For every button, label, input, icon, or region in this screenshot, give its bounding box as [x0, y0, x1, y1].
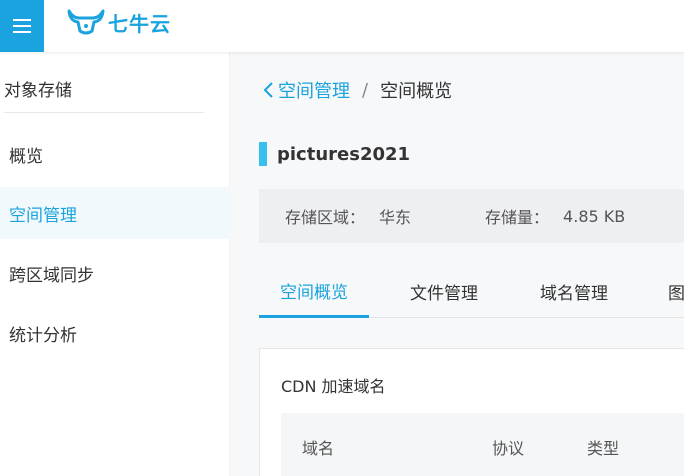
bucket-name: pictures2021	[277, 143, 411, 165]
sidebar: 对象存储 概览 空间管理 跨区域同步 统计分析	[0, 52, 230, 476]
sidebar-item-statistics[interactable]: 统计分析	[0, 307, 230, 359]
cdn-domain-card: CDN 加速域名 域名 协议 类型	[259, 348, 684, 476]
menu-line	[13, 25, 31, 27]
tab-label: 空间概览	[280, 282, 348, 303]
column-header-domain: 域名	[302, 439, 335, 458]
sidebar-item-cross-region-sync[interactable]: 跨区域同步	[0, 247, 230, 299]
breadcrumb-back-label: 空间管理	[278, 81, 350, 102]
sidebar-divider	[4, 112, 204, 113]
top-bar: 七牛云	[0, 0, 684, 52]
tab-bucket-overview[interactable]: 空间概览	[259, 265, 369, 318]
main-content: 空间管理 / 空间概览 pictures2021 存储区域： 华东 存储量： 4…	[230, 52, 684, 476]
tab-label: 域名管理	[540, 284, 608, 304]
logo[interactable]: 七牛云	[66, 6, 171, 38]
title-accent-bar	[259, 142, 267, 166]
column-header-type: 类型	[587, 439, 620, 458]
hamburger-menu-button[interactable]	[0, 0, 44, 52]
tab-bar: 空间概览 文件管理 域名管理 图	[259, 265, 684, 318]
sidebar-item-label: 统计分析	[9, 325, 77, 346]
chevron-left-icon	[263, 82, 273, 98]
tab-image-truncated[interactable]: 图	[659, 265, 684, 318]
usage-value: 4.85 KB	[563, 206, 626, 226]
usage-label: 存储量：	[485, 208, 550, 227]
region-value: 华东	[379, 208, 412, 227]
table-header: 域名 协议 类型	[281, 413, 684, 476]
region-label: 存储区域：	[285, 208, 366, 227]
tab-label: 文件管理	[410, 284, 478, 304]
menu-line	[13, 31, 31, 33]
logo-text: 七牛云	[108, 11, 171, 36]
tab-file-management[interactable]: 文件管理	[399, 265, 489, 318]
breadcrumb-separator: /	[362, 79, 369, 101]
menu-line	[13, 19, 31, 21]
tab-label: 图	[668, 284, 684, 304]
tab-domain-management[interactable]: 域名管理	[529, 265, 619, 318]
sidebar-item-label: 跨区域同步	[9, 265, 94, 286]
breadcrumb-back-link[interactable]: 空间管理	[260, 77, 350, 103]
bull-logo-icon	[67, 9, 105, 35]
cdn-card-title: CDN 加速域名	[281, 377, 386, 396]
sidebar-item-label: 概览	[9, 146, 43, 167]
sidebar-item-bucket-management[interactable]: 空间管理	[0, 187, 230, 239]
breadcrumb-current: 空间概览	[380, 81, 453, 102]
sidebar-item-label: 空间管理	[9, 205, 77, 226]
sidebar-title: 对象存储	[4, 81, 72, 101]
bucket-info-box: 存储区域： 华东 存储量： 4.85 KB	[259, 189, 684, 243]
column-header-protocol: 协议	[492, 439, 525, 458]
breadcrumb: 空间管理 / 空间概览	[260, 77, 452, 103]
sidebar-item-overview[interactable]: 概览	[0, 128, 230, 180]
bucket-title: pictures2021	[259, 142, 410, 166]
